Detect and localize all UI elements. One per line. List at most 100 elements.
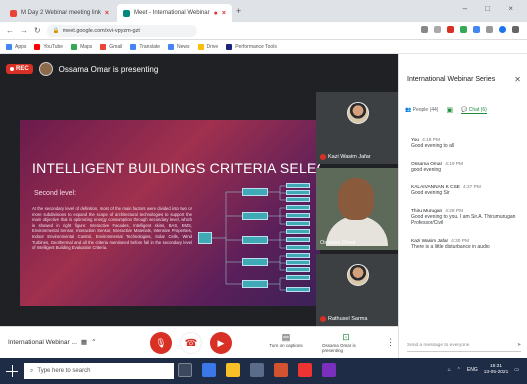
presenter-avatar <box>38 62 53 76</box>
flow-node <box>286 190 310 195</box>
flow-node <box>286 237 310 242</box>
search-placeholder: Type here to search <box>37 368 91 374</box>
activities-icon[interactable]: ▣ <box>446 106 453 114</box>
participant-video-face <box>338 178 374 220</box>
meet-stage: REC Ossama Omar is presenting INTELLIGEN… <box>0 54 398 358</box>
tab-chat[interactable]: 💬 Chat (6) <box>461 107 487 114</box>
message-time: 4:27 PM <box>462 185 481 190</box>
store-icon[interactable] <box>250 363 264 377</box>
present-button[interactable]: ⊡ Ossama Omar is presenting <box>322 331 370 353</box>
chevron-up-icon: ⌃ <box>91 339 97 346</box>
extension-icon[interactable] <box>447 26 454 33</box>
close-icon[interactable]: ✕ <box>514 75 521 84</box>
chrome-icon[interactable] <box>298 363 312 377</box>
flow-node <box>286 245 310 250</box>
message-time: 4:19 PM <box>445 161 464 167</box>
message-text: There is a little disturbance in audio <box>411 243 490 250</box>
task-view-icon[interactable] <box>178 363 192 377</box>
camera-toggle-button[interactable]: ▶ <box>210 332 232 354</box>
chat-message: Ossama Omar 4:19 PM good evening <box>411 162 523 174</box>
taskbar-search[interactable]: ⌕ Type here to search <box>24 363 174 379</box>
extension-icon[interactable] <box>473 26 480 33</box>
mic-muted-icon <box>320 154 326 160</box>
bookmark-item[interactable]: Apps <box>6 43 27 50</box>
close-tab-icon[interactable]: × <box>105 10 109 17</box>
panel-tabs: 👥 People (44) ▣ 💬 Chat (6) <box>405 106 527 114</box>
taskbar-apps <box>178 363 336 377</box>
reload-icon[interactable]: ↻ <box>34 26 41 35</box>
apps-icon <box>6 43 12 50</box>
message-text: Good evening to you. I am Sir.A. Thirumu… <box>411 213 516 227</box>
send-icon[interactable]: ➤ <box>517 343 521 348</box>
drive-icon <box>197 43 204 50</box>
url-field[interactable]: 🔒 meet.google.com/xvi-vpyzm-gzt <box>46 24 197 37</box>
criteria-flow-diagram <box>198 182 316 294</box>
captions-button[interactable]: ▤ Turn on captions <box>262 331 310 348</box>
tab-chat-label: Chat (6) <box>468 106 487 113</box>
leave-call-button[interactable]: ☎ <box>180 332 202 354</box>
bookmark-item[interactable]: Gmail <box>100 43 123 50</box>
participant-tile[interactable]: Kazi Wasim Jafar <box>316 92 398 164</box>
flow-node <box>242 258 268 266</box>
bookmark-item[interactable]: News <box>168 43 190 50</box>
forward-icon[interactable]: → <box>20 26 28 35</box>
participant-tile[interactable]: Rathusel Sarma <box>316 254 398 326</box>
back-icon[interactable]: ← <box>6 26 14 35</box>
participant-name-tag: Ossama Omar <box>320 240 356 246</box>
meeting-details[interactable]: International Webinar ... ▦ ⌃ <box>8 338 97 347</box>
people-icon: 👥 <box>405 107 413 113</box>
powerpoint-icon[interactable] <box>274 363 288 377</box>
chevron-up-icon[interactable]: ⌃ <box>457 367 461 373</box>
browser-tab[interactable]: M Day 2 Webinar meeting link × <box>4 4 115 22</box>
camera-icon[interactable] <box>421 26 428 33</box>
flow-node <box>286 183 310 188</box>
bookmark-label: Apps <box>15 43 27 50</box>
bookmark-item[interactable]: Drive <box>197 43 218 50</box>
flow-node <box>286 213 310 218</box>
browser-tab-active[interactable]: Meet - International Webinar ● × <box>117 4 232 22</box>
edge-icon[interactable] <box>202 363 216 377</box>
system-tray: ⌂ ⌃ ENG 16:31 13-05-2021 ▭ <box>448 364 519 376</box>
close-tab-icon[interactable]: × <box>222 10 226 17</box>
youtube-icon <box>34 43 41 50</box>
bookmark-item[interactable]: YouTube <box>34 43 63 50</box>
chat-message: Kazi Wasim Jafar 4:30 PM There is a littl… <box>411 239 523 251</box>
network-icon[interactable]: ⌂ <box>448 367 451 373</box>
browser-tab-label: Meet - International Webinar <box>134 10 210 16</box>
url-text: meet.google.com/xvi-vpyzm-gzt <box>62 27 140 34</box>
meet-control-bar: International Webinar ... ▦ ⌃ 🎙 ☎ ▶ ▤ Tu… <box>0 326 398 358</box>
tab-people[interactable]: 👥 People (44) <box>405 107 438 113</box>
flow-node <box>242 280 268 288</box>
menu-icon[interactable] <box>512 26 519 33</box>
bookmark-item[interactable]: Maps <box>71 43 93 50</box>
profile-avatar[interactable] <box>499 26 506 33</box>
new-tab-icon[interactable]: + <box>236 6 241 16</box>
clock[interactable]: 16:31 13-05-2021 <box>484 364 509 376</box>
window-controls[interactable]: – □ × <box>463 4 521 13</box>
extension-icon[interactable] <box>460 26 467 33</box>
participant-video-tile[interactable]: Ossama Omar <box>316 168 398 250</box>
windows-start-icon[interactable] <box>6 365 18 377</box>
hang-up-icon: ☎ <box>184 337 198 349</box>
maps-icon <box>71 43 78 50</box>
file-explorer-icon[interactable] <box>226 363 240 377</box>
close-tab-icon[interactable]: ● <box>214 10 218 17</box>
taskbar: ⌕ Type here to search ⌂ ⌃ ENG 16:31 13-0… <box>0 358 527 384</box>
language-indicator[interactable]: ENG <box>467 367 478 373</box>
chat-input[interactable]: Send a message to everyone ➤ <box>407 340 521 352</box>
app-icon[interactable] <box>322 363 336 377</box>
bookmark-item[interactable]: Translate <box>130 43 160 50</box>
bookmark-label: Gmail <box>109 43 123 50</box>
lock-icon: 🔒 <box>52 27 60 34</box>
extension-icon[interactable] <box>486 26 493 33</box>
notification-icon[interactable]: ▭ <box>514 367 519 373</box>
bookmark-item[interactable]: Performance Tools <box>226 43 277 50</box>
recording-badge: REC <box>6 64 33 74</box>
shared-slide: INTELLIGENT BUILDINGS CRITERIA SELECTION… <box>20 120 320 306</box>
mic-toggle-button[interactable]: 🎙 <box>150 332 172 354</box>
bookmark-label: Maps <box>80 43 93 50</box>
side-panel: International Webinar Series ✕ 👥 People … <box>398 54 527 358</box>
more-options-icon[interactable]: ⋮ <box>386 337 395 348</box>
star-icon[interactable] <box>434 26 441 33</box>
participant-name-tag: Kazi Wasim Jafar <box>320 154 371 160</box>
